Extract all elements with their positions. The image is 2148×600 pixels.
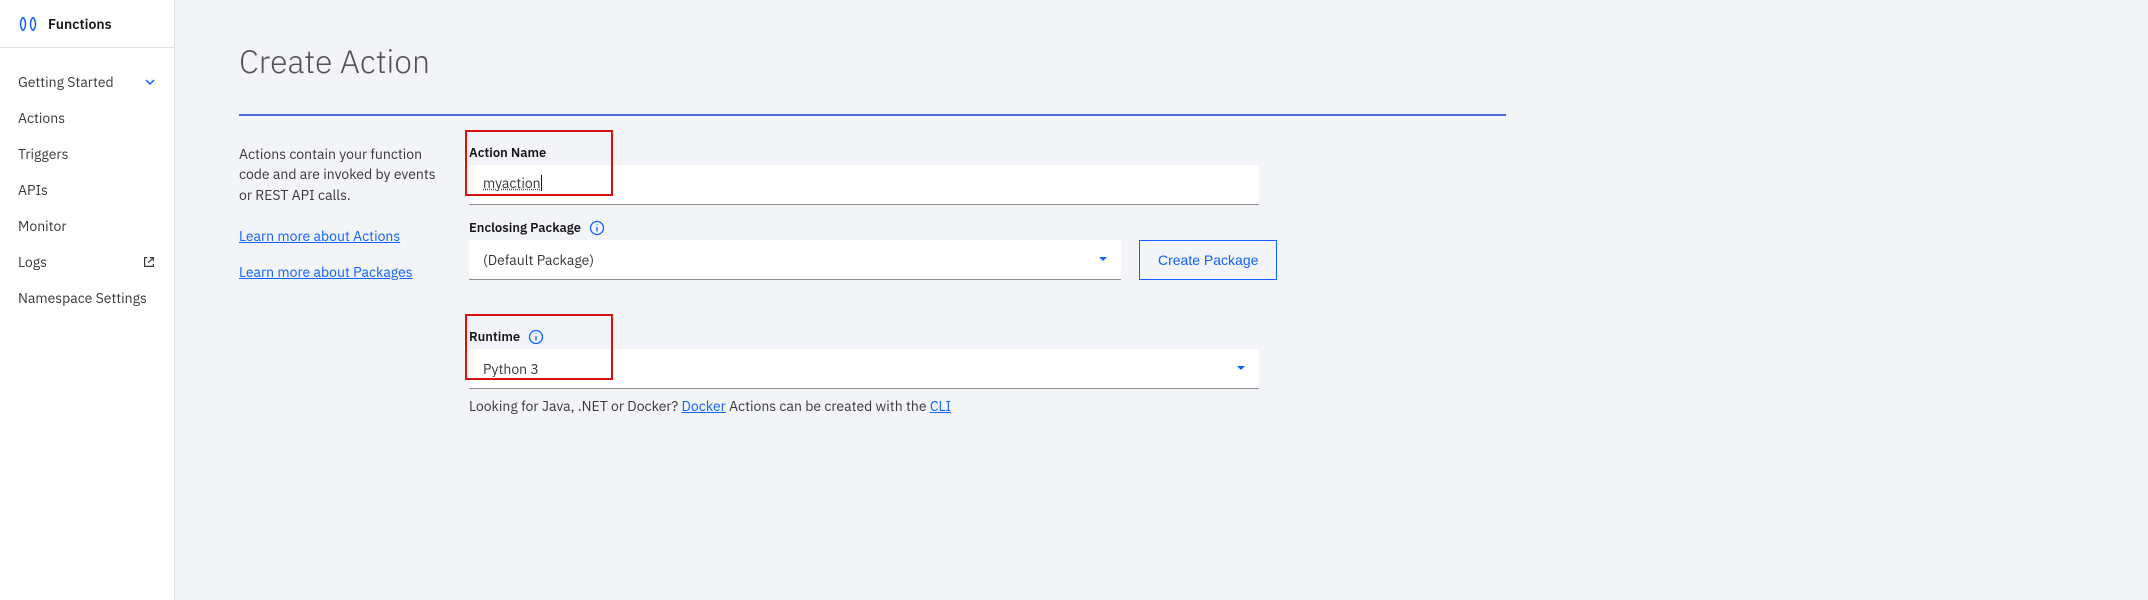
learn-more-actions-link[interactable]: Learn more about Actions <box>239 227 441 245</box>
app-layout: Functions Getting Started Actions Trigge… <box>0 0 2148 600</box>
enclosing-package-field: Enclosing Package (Default Package) <box>469 219 1506 280</box>
enclosing-package-label: Enclosing Package <box>469 219 581 236</box>
action-name-input[interactable] <box>469 165 1259 205</box>
sidebar-item-label: Triggers <box>18 145 68 163</box>
sidebar-item-label: Getting Started <box>18 73 114 91</box>
sidebar-item-apis[interactable]: APIs <box>0 172 174 208</box>
runtime-hint-text: Looking for Java, .NET or Docker? <box>469 397 682 415</box>
page-title: Create Action <box>239 40 1442 82</box>
enclosing-package-select[interactable]: (Default Package) <box>469 240 1121 280</box>
sidebar-header: Functions <box>0 0 174 48</box>
sidebar-item-logs[interactable]: Logs <box>0 244 174 280</box>
main-content: Create Action Actions contain your funct… <box>175 0 1506 600</box>
action-name-field: Action Name myaction <box>469 144 1506 205</box>
enclosing-package-value: (Default Package) <box>483 251 594 269</box>
sidebar-title: Functions <box>48 15 112 33</box>
description-column: Actions contain your function code and a… <box>239 144 441 416</box>
learn-more-packages-link[interactable]: Learn more about Packages <box>239 263 441 281</box>
sidebar: Functions Getting Started Actions Trigge… <box>0 0 175 600</box>
sidebar-item-triggers[interactable]: Triggers <box>0 136 174 172</box>
sidebar-nav: Getting Started Actions Triggers APIs Mo… <box>0 48 174 316</box>
sidebar-item-label: Actions <box>18 109 65 127</box>
runtime-label: Runtime <box>469 328 520 345</box>
description-text: Actions contain your function code and a… <box>239 144 441 205</box>
action-name-label: Action Name <box>469 144 546 161</box>
info-icon[interactable] <box>528 329 544 345</box>
runtime-field: Runtime Python 3 <box>469 328 1259 415</box>
sidebar-item-label: Namespace Settings <box>18 289 147 307</box>
caret-down-icon <box>1097 251 1109 269</box>
runtime-hint: Looking for Java, .NET or Docker? Docker… <box>469 397 1259 415</box>
functions-logo-icon <box>18 14 38 34</box>
sidebar-item-getting-started[interactable]: Getting Started <box>0 64 174 100</box>
sidebar-item-monitor[interactable]: Monitor <box>0 208 174 244</box>
runtime-select[interactable]: Python 3 <box>469 349 1259 389</box>
sidebar-item-label: Logs <box>18 253 47 271</box>
chevron-down-icon <box>144 76 156 88</box>
form-column: Action Name myaction Enclosing Package <box>469 144 1506 416</box>
sidebar-item-actions[interactable]: Actions <box>0 100 174 136</box>
cli-link[interactable]: CLI <box>930 397 951 415</box>
right-empty-region <box>1506 0 2148 600</box>
docker-link[interactable]: Docker <box>682 397 726 415</box>
runtime-hint-text: Actions can be created with the <box>726 397 930 415</box>
info-icon[interactable] <box>589 220 605 236</box>
sidebar-item-label: APIs <box>18 181 48 199</box>
sidebar-item-namespace-settings[interactable]: Namespace Settings <box>0 280 174 316</box>
section-divider <box>239 114 1506 116</box>
form-row: Actions contain your function code and a… <box>239 144 1506 416</box>
caret-down-icon <box>1235 360 1247 378</box>
external-link-icon <box>142 255 156 269</box>
sidebar-item-label: Monitor <box>18 217 67 235</box>
create-package-button[interactable]: Create Package <box>1139 240 1277 280</box>
runtime-value: Python 3 <box>483 360 539 378</box>
